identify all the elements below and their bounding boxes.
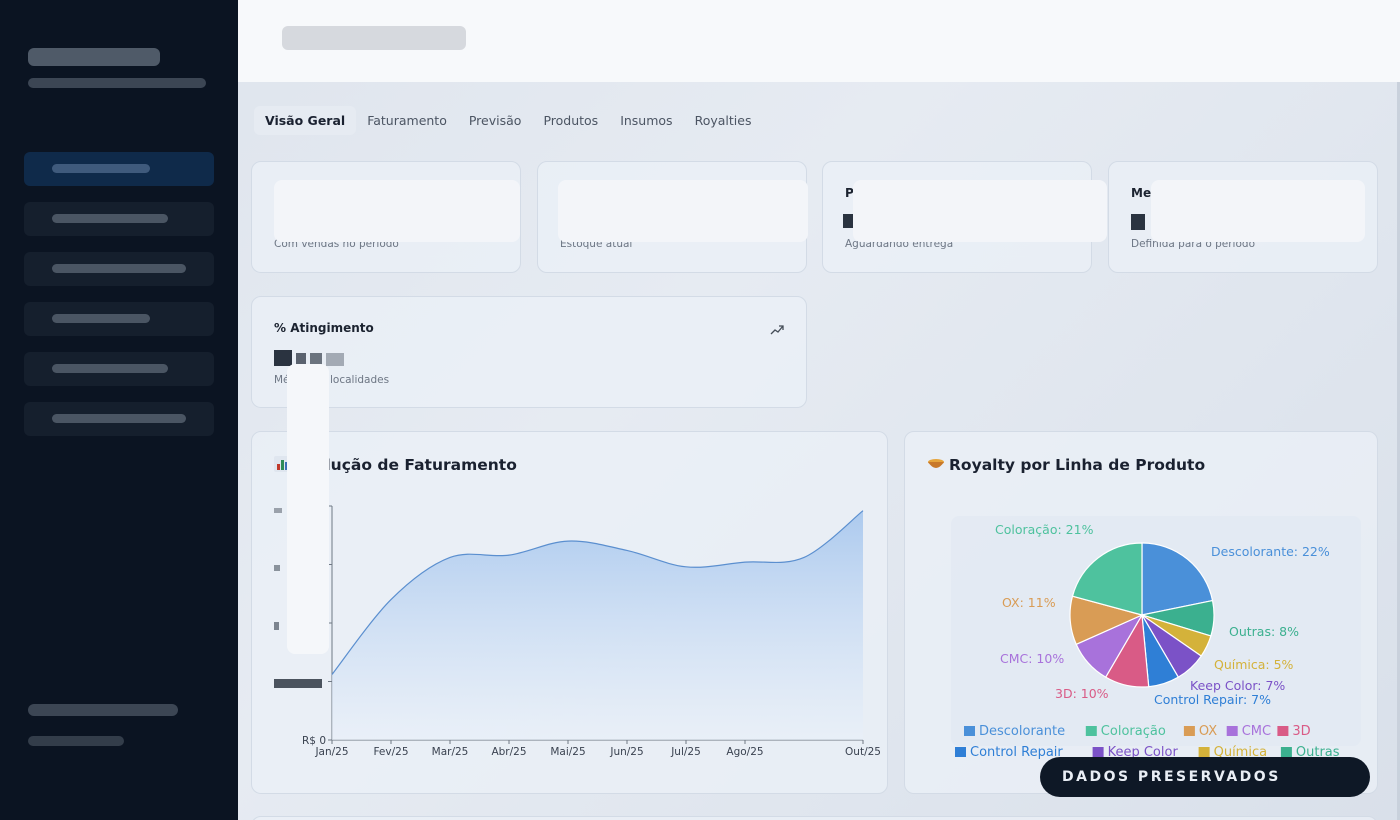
pie-slice-label: Keep Color: 7% (1190, 678, 1285, 693)
x-tick-label: Fev/25 (373, 746, 408, 758)
redaction-block (853, 180, 1107, 242)
kpi-title: Me (1131, 186, 1152, 200)
kpi-card-4: Me Definida para o período (1108, 161, 1378, 273)
pixelated-value (1131, 214, 1145, 230)
pixelated-y-label (274, 565, 280, 571)
attainment-card: % Atingimento Mé localidades (251, 296, 807, 408)
revenue-area-chart: Jan/25 Fev/25 Mar/25 Abr/25 Mai/25 Jun/25 Jul/… (274, 505, 881, 758)
legend-swatch (955, 747, 966, 757)
redaction-block (274, 180, 520, 242)
redaction-block (1151, 180, 1365, 242)
tab-produtos[interactable]: Produtos (532, 106, 609, 135)
attainment-subtitle-right: localidades (330, 374, 390, 386)
pie-slice-label: Control Repair: 7% (1154, 692, 1271, 707)
x-tick-label: Jan/25 (314, 746, 348, 758)
pixelated-value (326, 353, 344, 366)
kpi-card-2: Estoque atual (537, 161, 808, 273)
sidebar-item-2[interactable] (24, 202, 214, 236)
pie-slice-label: Coloração: 21% (995, 522, 1094, 537)
x-tick-label: Jul/25 (670, 746, 701, 758)
legend-label: 3D (1292, 724, 1310, 739)
y-axis-zero-label: R$ 0 (302, 735, 326, 747)
app-subtitle-placeholder (28, 78, 206, 88)
x-tick-label: Ago/25 (726, 746, 763, 758)
tab-royalties[interactable]: Royalties (684, 106, 763, 135)
attainment-title: % Atingimento (274, 321, 374, 335)
sidebar-item-6[interactable] (24, 402, 214, 436)
royalty-chart-card: Royalty por Linha de Produto Descolorant… (904, 431, 1378, 794)
x-tick-label: Abr/25 (491, 746, 526, 758)
legend-label: OX (1199, 724, 1217, 739)
pixelated-y-label (274, 508, 282, 513)
trending-up-icon (770, 321, 784, 340)
kpi-card-3: P Aguardando entrega (822, 161, 1107, 273)
tab-insumos[interactable]: Insumos (609, 106, 683, 135)
sidebar-item-1[interactable] (24, 152, 214, 186)
pie-slice-label: Química: 5% (1214, 657, 1294, 672)
legend-swatch (1198, 747, 1210, 757)
legend-label: Control Repair (970, 745, 1063, 760)
pie-slice-label: OX: 11% (1002, 595, 1056, 610)
x-tick-label: Out/25 (845, 746, 881, 758)
tab-visao-geral[interactable]: Visão Geral (254, 106, 357, 135)
royalty-pie-chart: Descolorante: 22% Outras: 8% Química: 5% Ke… (955, 522, 1340, 760)
pie-slice-label: Outras: 8% (1229, 624, 1299, 639)
revenue-area (332, 510, 863, 740)
top-header (238, 0, 1400, 82)
pie-slice-label: CMC: 10% (1000, 651, 1064, 666)
redaction-block (287, 364, 329, 654)
legend-swatch (1085, 726, 1097, 736)
sidebar-item-4[interactable] (24, 302, 214, 336)
pie-slice-label: 3D: 10% (1055, 686, 1109, 701)
tab-bar: Visão Geral Faturamento Previsão Produto… (254, 106, 762, 135)
pixelated-y-label (274, 679, 322, 688)
legend-label: Coloração (1101, 724, 1166, 739)
user-name-placeholder (28, 704, 178, 716)
page-title-placeholder (282, 26, 466, 50)
tab-previsao[interactable]: Previsão (458, 106, 533, 135)
legend-swatch (1277, 726, 1289, 736)
sidebar-item-5[interactable] (24, 352, 214, 386)
pixelated-value (843, 214, 853, 228)
x-tick-label: Jun/25 (609, 746, 643, 758)
legend-swatch (964, 726, 975, 736)
pie-slice-label: Descolorante: 22% (1211, 544, 1330, 559)
legend-label: Descolorante (979, 724, 1065, 739)
pixelated-y-label (274, 622, 279, 630)
kpi-card-1: Com vendas no período (251, 161, 521, 273)
legend-label: CMC (1242, 724, 1271, 739)
privacy-badge: DADOS PRESERVADOS (1040, 757, 1370, 797)
pixelated-value (274, 350, 292, 366)
redaction-block (558, 180, 808, 242)
revenue-chart-card: Evolução de Faturamento Jan/25Fev/25Mar/… (251, 364, 888, 794)
legend-swatch (1226, 726, 1238, 736)
tab-faturamento[interactable]: Faturamento (356, 106, 458, 135)
sidebar (0, 0, 238, 820)
legend-swatch (1280, 747, 1292, 757)
legend-swatch (1092, 747, 1104, 757)
user-role-placeholder (28, 736, 124, 746)
x-tick-label: Mai/25 (550, 746, 585, 758)
legend-swatch (1183, 726, 1195, 736)
app-logo-placeholder (28, 48, 160, 66)
next-section-card (251, 816, 1378, 820)
sidebar-item-3[interactable] (24, 252, 214, 286)
x-tick-label: Mar/25 (432, 746, 469, 758)
